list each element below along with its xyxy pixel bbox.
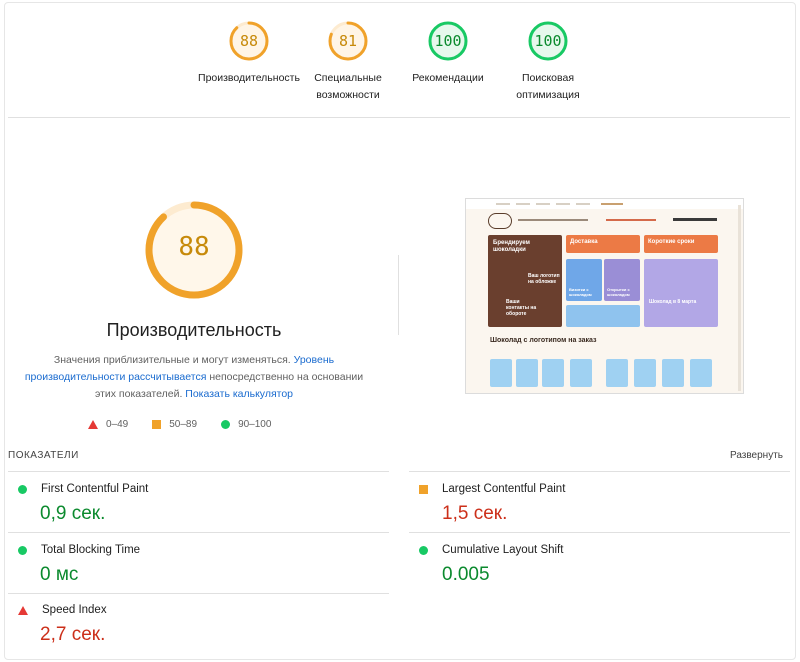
triangle-icon: [88, 420, 98, 429]
score-value: 88: [239, 32, 259, 50]
thumb-card-text: Брендируем шоколадки: [493, 240, 530, 253]
thumb-card-text: Шоколад в 8 марта: [649, 299, 697, 305]
thumb-tile: [490, 359, 512, 387]
legend-good: 90–100: [221, 419, 271, 430]
thumb-card-sets: [566, 305, 640, 327]
metric-speed-index: Speed Index 2,7 сек.: [18, 604, 107, 646]
metric-value: 1,5 сек.: [442, 503, 508, 524]
thumb-heading: Шоколад с логотипом на заказ: [490, 337, 597, 344]
metric-value: 0,9 сек.: [40, 503, 106, 524]
thumb-card-text: Визитки с шоколадом: [569, 287, 592, 297]
metric-name: Speed Index: [42, 604, 107, 616]
thumb-card-text: Ваш логотип на обложке: [528, 273, 560, 285]
divider: [8, 532, 389, 533]
performance-title: Производительность: [106, 320, 282, 340]
divider: [409, 532, 790, 533]
legend-label: 0–49: [106, 419, 129, 430]
performance-description: Значения приблизительные и могут изменят…: [24, 352, 364, 403]
legend-label: 90–100: [238, 419, 272, 430]
thumb-tile: [542, 359, 564, 387]
thumb-menu: [518, 219, 588, 221]
square-icon: [419, 484, 428, 494]
divider: [8, 471, 389, 472]
score-legend: 0–49 50–89 90–100: [88, 419, 318, 430]
thumb-nav: [466, 199, 743, 209]
thumb-card-text: Доставка: [570, 239, 598, 245]
score-value: 100: [434, 32, 462, 50]
page-screenshot-thumbnail[interactable]: Брендируем шоколадки Ваш логотип на обло…: [465, 198, 744, 394]
thumb-tile: [634, 359, 656, 387]
performance-gauge-large: 88: [144, 200, 244, 300]
thumb-scrollbar: [738, 205, 741, 391]
thumb-tile: [570, 359, 592, 387]
show-calculator-link[interactable]: Показать калькулятор: [185, 388, 293, 400]
thumb-card-text: Короткие сроки: [648, 239, 695, 245]
score-label: Специальные возможности: [314, 72, 382, 101]
score-value: 81: [338, 32, 358, 50]
metric-cls: Cumulative Layout Shift 0.005: [419, 544, 563, 586]
divider: [8, 117, 790, 118]
thumb-card-text: Ваши контакты на обороте: [506, 299, 537, 317]
gauge-performance[interactable]: 88 Производительность: [194, 20, 304, 87]
metric-name: Total Blocking Time: [41, 544, 141, 556]
legend-poor: 0–49: [88, 419, 128, 430]
score-label: Поисковая оптимизация: [516, 72, 580, 101]
score-label: Производительность: [198, 72, 300, 84]
metric-value: 2,7 сек.: [40, 624, 106, 645]
thumb-tile: [662, 359, 684, 387]
metric-value: 0 мс: [40, 564, 79, 585]
gauge-best-practices[interactable]: 100 Рекомендации: [393, 20, 503, 87]
thumb-logo: [488, 213, 512, 229]
circle-icon: [221, 420, 231, 429]
divider: [8, 593, 389, 594]
legend-label: 50–89: [169, 419, 198, 430]
square-icon: [152, 420, 162, 429]
circle-icon: [419, 545, 428, 555]
circle-icon: [18, 484, 27, 494]
gauge-accessibility[interactable]: 81 Специальные возможности: [293, 20, 403, 104]
metric-name: First Contentful Paint: [41, 483, 149, 495]
triangle-icon: [18, 605, 28, 615]
circle-icon: [18, 545, 27, 555]
thumb-card-march8: [644, 259, 718, 327]
thumb-tile: [606, 359, 628, 387]
thumb-card-text: Открытки с шоколадом: [607, 287, 630, 297]
thumb-menu: [606, 219, 656, 221]
score-value: 100: [534, 32, 562, 50]
expand-metrics-toggle[interactable]: Развернуть: [730, 450, 783, 461]
thumb-tile: [690, 359, 712, 387]
metric-lcp: Largest Contentful Paint 1,5 сек.: [419, 483, 565, 525]
divider: [409, 471, 790, 472]
metrics-header: ПОКАЗАТЕЛИ: [8, 450, 79, 461]
desc-text: Значения приблизительные и могут изменят…: [53, 354, 294, 366]
vertical-divider: [398, 255, 399, 335]
legend-average: 50–89: [152, 419, 197, 430]
metric-name: Cumulative Layout Shift: [442, 544, 564, 556]
thumb-tile: [516, 359, 538, 387]
score-label: Рекомендации: [412, 72, 484, 84]
thumb-phone: [673, 218, 717, 221]
metric-fcp: First Contentful Paint 0,9 сек.: [18, 483, 148, 525]
performance-score: 88: [178, 232, 210, 262]
metric-value: 0.005: [442, 564, 490, 585]
gauge-seo[interactable]: 100 Поисковая оптимизация: [493, 20, 603, 104]
metric-tbt: Total Blocking Time 0 мс: [18, 544, 140, 586]
metric-name: Largest Contentful Paint: [442, 483, 566, 495]
